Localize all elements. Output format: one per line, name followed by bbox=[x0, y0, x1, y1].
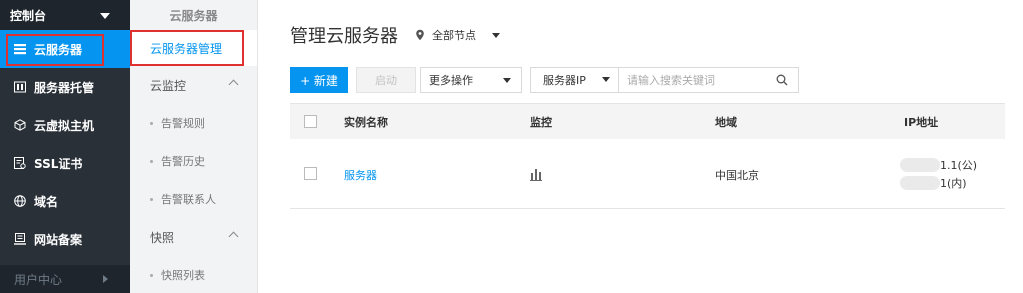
column-header: 地域 bbox=[715, 115, 737, 129]
record-icon bbox=[14, 233, 26, 245]
sidebar-item-label: 网站备案 bbox=[34, 232, 83, 247]
ip-private: 1(内) bbox=[940, 177, 967, 190]
search-input[interactable] bbox=[619, 69, 769, 91]
caret-down-icon bbox=[492, 32, 500, 38]
sidebar-item-label: 服务器托管 bbox=[34, 80, 95, 95]
globe-icon bbox=[14, 195, 26, 207]
subnav-item-alarm-history[interactable]: 告警历史 bbox=[130, 142, 257, 180]
column-header: 监控 bbox=[530, 115, 552, 129]
column-header: 实例名称 bbox=[344, 115, 388, 129]
new-button[interactable]: + 新建 bbox=[290, 67, 348, 93]
cube-icon bbox=[14, 119, 26, 131]
server-table: 实例名称 监控 地域 IP地址 服务器 中国北京 1.1(公) 1(内) bbox=[290, 103, 1005, 209]
bullet-icon bbox=[150, 273, 153, 277]
sidebar-item-label: SSL证书 bbox=[34, 156, 83, 171]
console-label: 控制台 bbox=[10, 8, 47, 23]
bar-chart-icon[interactable] bbox=[530, 167, 542, 181]
highlight-box bbox=[6, 34, 104, 66]
chevron-up-icon bbox=[228, 79, 239, 90]
subnav-item-label: 告警历史 bbox=[161, 155, 205, 168]
sidebar-item-domain[interactable]: 域名 bbox=[0, 182, 130, 220]
more-actions-dropdown[interactable]: 更多操作 bbox=[420, 67, 522, 93]
subnav-group-monitor[interactable]: 云监控 bbox=[130, 66, 257, 104]
search-field-select[interactable]: 服务器IP bbox=[531, 68, 619, 92]
subnav-item-label: 告警规则 bbox=[161, 117, 205, 130]
main-sidebar: 控制台 云服务器 服务器托管 云虚拟主机 SSL证书 域名 网站备案 用户中心 bbox=[0, 0, 130, 293]
subnav-title: 云服务器 bbox=[169, 8, 218, 23]
ip-address-cell: 1.1(公) 1(内) bbox=[900, 156, 977, 192]
user-center-item[interactable]: 用户中心 bbox=[0, 265, 130, 293]
subnav-item-server-management[interactable]: 云服务器管理 bbox=[130, 30, 257, 66]
sidebar-item-label: 域名 bbox=[34, 194, 59, 209]
caret-down-icon bbox=[100, 13, 110, 19]
subnav-group-snapshot[interactable]: 快照 bbox=[130, 218, 257, 256]
search-icon[interactable] bbox=[776, 74, 788, 86]
more-actions-label: 更多操作 bbox=[429, 74, 473, 87]
select-all-checkbox[interactable] bbox=[304, 115, 317, 128]
bullet-icon bbox=[150, 121, 153, 125]
row-checkbox[interactable] bbox=[304, 167, 317, 180]
subnav-item-alarm-rules[interactable]: 告警规则 bbox=[130, 104, 257, 142]
bullet-icon bbox=[150, 159, 153, 163]
highlight-box bbox=[130, 30, 244, 66]
chevron-up-icon bbox=[228, 231, 239, 242]
subnav-group-label: 快照 bbox=[150, 230, 175, 245]
sidebar-item-cloud-server[interactable]: 云服务器 bbox=[0, 30, 130, 68]
ip-mask bbox=[900, 176, 940, 190]
region-label: 全部节点 bbox=[432, 29, 476, 42]
sidebar-item-hosting[interactable]: 服务器托管 bbox=[0, 68, 130, 106]
sidebar-item-label: 云虚拟主机 bbox=[34, 118, 95, 133]
user-center-label: 用户中心 bbox=[14, 272, 63, 287]
start-button[interactable]: 启动 bbox=[356, 67, 416, 93]
subnav-item-label: 快照列表 bbox=[161, 269, 205, 282]
sidebar-item-virtual-host[interactable]: 云虚拟主机 bbox=[0, 106, 130, 144]
sidebar-item-ssl[interactable]: SSL证书 bbox=[0, 144, 130, 182]
column-header: IP地址 bbox=[904, 115, 939, 129]
page-title: 管理云服务器 bbox=[290, 26, 398, 47]
region-cell: 中国北京 bbox=[715, 169, 759, 182]
caret-down-icon bbox=[602, 77, 610, 82]
console-menu-header[interactable]: 控制台 bbox=[0, 0, 130, 30]
table-header: 实例名称 监控 地域 IP地址 bbox=[290, 103, 1005, 139]
instance-name-link[interactable]: 服务器 bbox=[344, 167, 377, 183]
subnav-group-label: 云监控 bbox=[150, 78, 187, 93]
subnav-item-label: 告警联系人 bbox=[161, 193, 216, 206]
sidebar-item-icp[interactable]: 网站备案 bbox=[0, 220, 130, 258]
subnav-item-alarm-contacts[interactable]: 告警联系人 bbox=[130, 180, 257, 218]
table-row: 服务器 中国北京 1.1(公) 1(内) bbox=[290, 139, 1005, 209]
main-content: 管理云服务器 全部节点 + 新建 启动 更多操作 服务器IP 实例名称 监控 地 bbox=[258, 0, 1023, 293]
certificate-icon bbox=[14, 157, 26, 169]
subnav-item-snapshot-list[interactable]: 快照列表 bbox=[130, 256, 257, 293]
search-box: 服务器IP bbox=[530, 67, 799, 93]
hosting-icon bbox=[14, 81, 26, 93]
caret-down-icon bbox=[503, 78, 511, 83]
sub-navigation: 云服务器 云服务器管理 云监控 告警规则 告警历史 告警联系人 快照 快照列表 bbox=[130, 0, 258, 293]
caret-right-icon bbox=[103, 275, 108, 283]
ip-public: 1.1(公) bbox=[940, 159, 978, 172]
region-selector[interactable]: 全部节点 bbox=[414, 27, 500, 43]
search-field-label: 服务器IP bbox=[543, 74, 586, 87]
location-pin-icon bbox=[416, 29, 424, 41]
bullet-icon bbox=[150, 197, 153, 201]
ip-mask bbox=[900, 158, 940, 172]
